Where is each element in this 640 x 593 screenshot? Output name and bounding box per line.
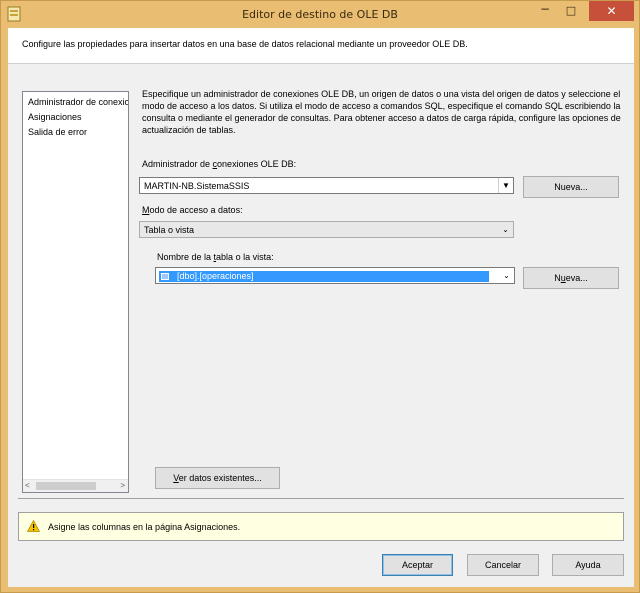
cancel-button[interactable]: Cancelar [467,554,539,576]
chevron-down-icon[interactable]: ▼ [498,178,513,193]
header-panel: Configure las propiedades para insertar … [8,28,634,64]
ok-button[interactable]: Aceptar [382,554,453,576]
dialog-window: Editor de destino de OLE DB − □ ✕ Config… [0,0,640,593]
table-name-label: Nombre de la tabla o la vista: [157,252,274,262]
new-connection-button[interactable]: Nueva... [523,176,619,198]
horizontal-scrollbar[interactable]: < > [23,479,128,492]
warning-message: Asigne las columnas en la página Asignac… [48,522,241,532]
header-description: Configure las propiedades para insertar … [22,39,468,49]
table-icon [161,273,169,280]
connection-manager-select[interactable]: MARTIN-NB.SistemaSSIS ▼ [139,177,514,194]
new-table-button[interactable]: Nueva... [523,267,619,289]
dialog-client-area: Configure las propiedades para insertar … [8,28,634,587]
chevron-down-icon[interactable]: ⌄ [499,268,514,283]
connection-manager-label: Administrador de conexiones OLE DB: [142,159,297,169]
warning-icon [27,520,40,532]
main-description: Especifique un administrador de conexion… [142,89,621,135]
table-name-select[interactable]: [dbo].[operaciones] ⌄ [155,267,515,284]
scroll-thumb[interactable] [36,482,96,490]
nav-item-error-output[interactable]: Salida de error [28,127,87,137]
close-button[interactable]: ✕ [589,1,634,21]
nav-item-connection-manager[interactable]: Administrador de conexiones [28,97,128,107]
table-name-value: [dbo].[operaciones] [177,271,254,281]
title-bar[interactable]: Editor de destino de OLE DB − □ ✕ [1,1,639,28]
nav-item-mappings[interactable]: Asignaciones [28,112,82,122]
scroll-right-icon[interactable]: > [120,481,125,490]
minimize-button[interactable]: − [532,1,558,21]
scroll-left-icon[interactable]: < [25,481,30,490]
access-mode-label: Modo de acceso a datos: [142,205,243,215]
page-navigation-list[interactable]: Administrador de conexiones Asignaciones… [22,91,129,493]
maximize-button[interactable]: □ [558,1,584,21]
separator [18,498,624,499]
warning-bar: Asigne las columnas en la página Asignac… [18,512,624,541]
view-existing-data-button[interactable]: Ver datos existentes... [155,467,280,489]
table-name-selection: [dbo].[operaciones] [159,271,489,282]
access-mode-value: Tabla o vista [144,225,195,235]
help-button[interactable]: Ayuda [552,554,624,576]
connection-manager-value: MARTIN-NB.SistemaSSIS [144,181,250,191]
chevron-down-icon[interactable]: ⌄ [498,222,513,237]
access-mode-select[interactable]: Tabla o vista ⌄ [139,221,514,238]
